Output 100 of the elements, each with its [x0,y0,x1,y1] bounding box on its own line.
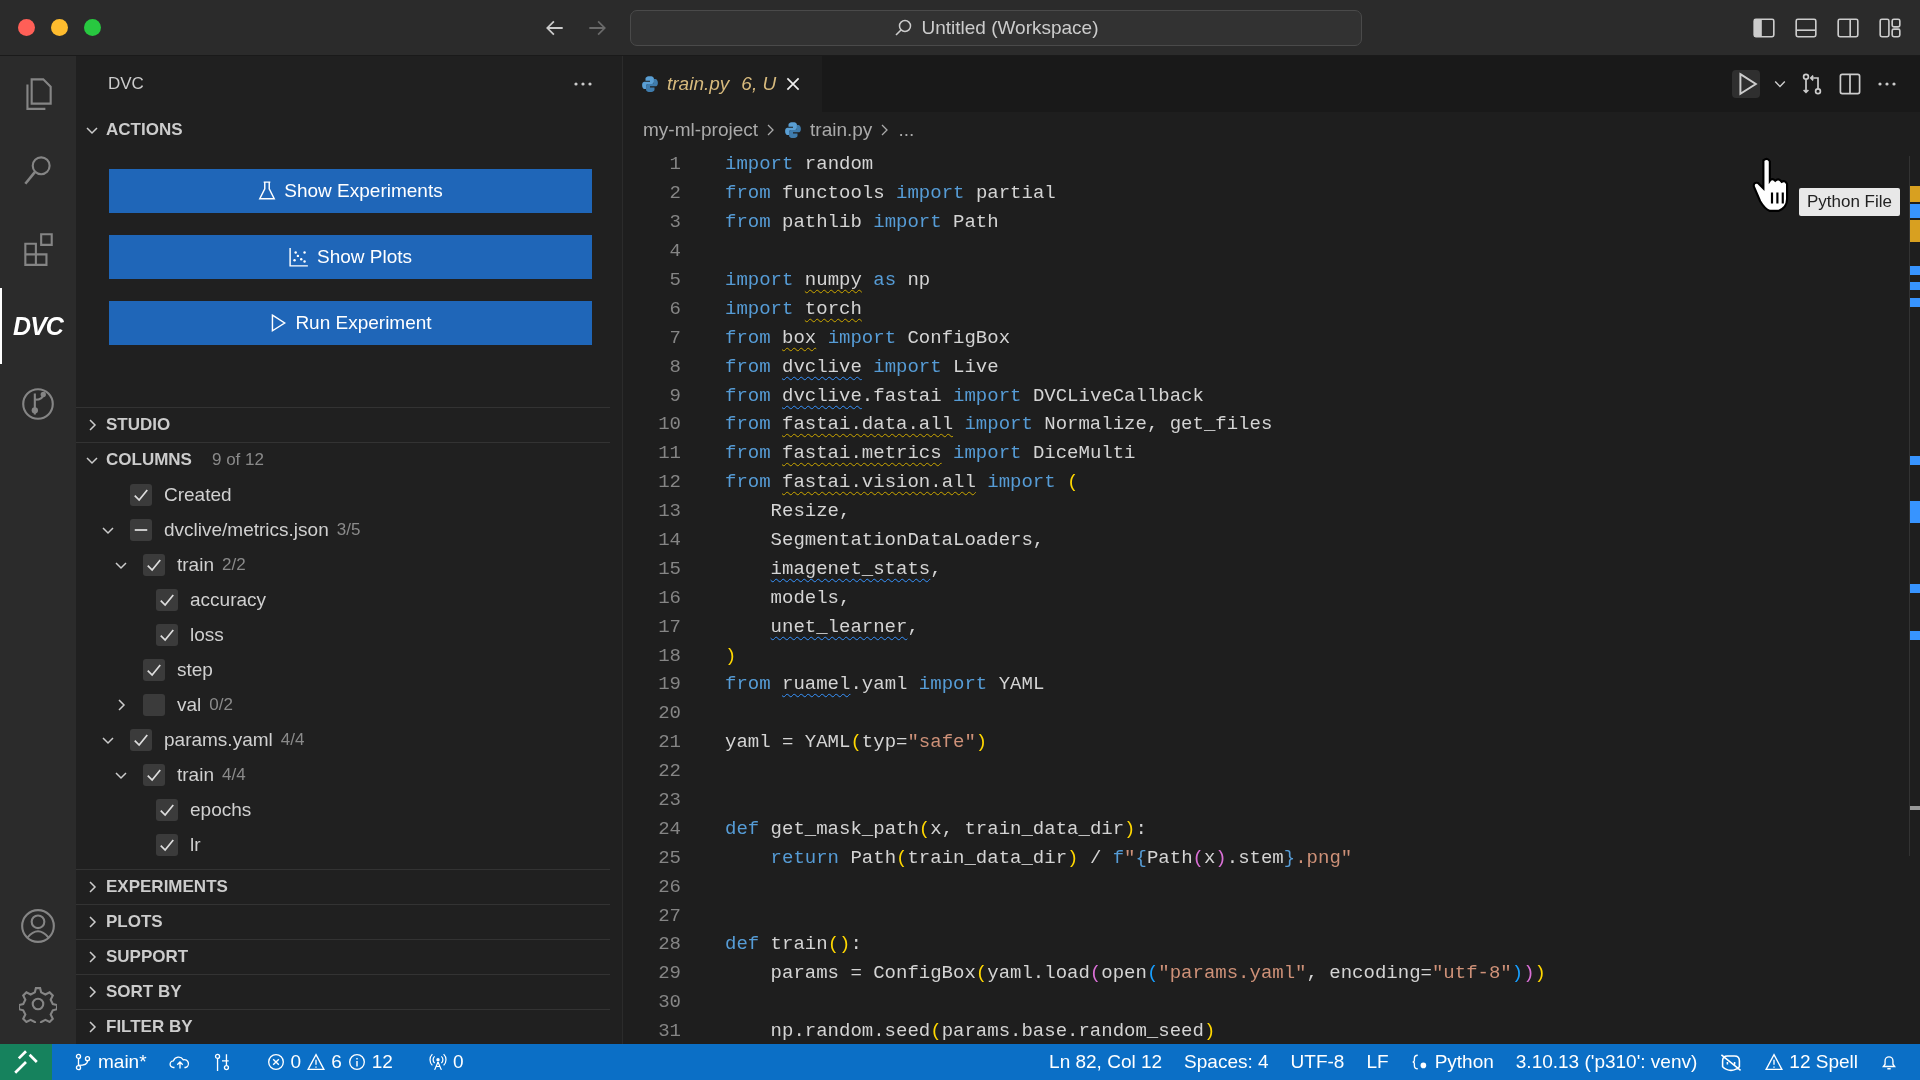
section-header[interactable]: SORT BY [76,974,610,1009]
tooltip: Python File [1798,188,1900,216]
line-number: 12 [657,471,681,494]
line-ending-status[interactable]: LF [1366,1051,1389,1073]
code-line: from pathlib import Path [725,211,999,234]
close-window-button[interactable] [18,19,35,36]
checkbox[interactable] [143,658,165,681]
line-number: 13 [657,500,681,523]
column-label[interactable]: Created [164,483,232,506]
column-label[interactable]: train [177,553,214,576]
line-number: 19 [657,673,681,696]
editor-tab[interactable]: train.py 6, U [623,56,823,112]
column-label[interactable]: train [177,763,214,786]
section-header[interactable]: SUPPORT [76,939,610,974]
line-number: 16 [657,586,681,609]
checkbox[interactable] [156,798,178,821]
line-number: 31 [657,1020,681,1043]
line-number: 9 [668,384,681,407]
run-icon[interactable] [1732,70,1760,98]
indentation-status[interactable]: Spaces: 4 [1184,1051,1269,1073]
sidebar-title: DVC [108,74,144,94]
warning-icon [1765,1053,1784,1071]
line-number: 17 [657,615,681,638]
braces-icon [1410,1053,1429,1071]
dvc-logo[interactable]: DVC [13,311,63,341]
column-count: 4/4 [280,729,305,750]
account-icon[interactable] [19,907,57,945]
section-header[interactable]: PLOTS [76,904,610,939]
column-label[interactable]: val [177,693,202,716]
spell-check-status[interactable]: 12 Spell [1765,1051,1858,1073]
section-header[interactable]: EXPERIMENTS [76,869,610,904]
section-header[interactable]: ACTIONS [76,112,610,147]
column-label[interactable]: params.yaml [164,728,273,751]
action-button[interactable]: Run Experiment [109,301,592,345]
file-status: 6, U [741,73,777,95]
checkbox[interactable] [130,728,152,751]
line-number: 20 [657,702,681,725]
python-interpreter[interactable]: 3.10.13 ('p310': venv) [1515,1051,1698,1073]
minimize-window-button[interactable] [51,19,68,36]
secondary-sidebar-toggle-icon[interactable] [1836,16,1860,39]
column-label[interactable]: accuracy [190,588,267,611]
cloud-upload-icon[interactable] [168,1053,191,1071]
command-center[interactable]: Untitled (Workspace) [630,9,1362,46]
maximize-window-button[interactable] [84,19,101,36]
git-compare-icon[interactable] [212,1052,231,1072]
checkbox[interactable] [156,623,178,646]
more-icon[interactable] [572,81,594,87]
notifications-icon[interactable] [1880,1053,1898,1071]
problems-status[interactable]: 0 6 12 [266,1051,393,1073]
column-label[interactable]: loss [190,623,224,646]
breadcrumb-item[interactable]: ... [898,119,915,141]
python-icon [784,121,803,139]
compare-changes-icon[interactable] [1800,72,1824,96]
split-editor-icon[interactable] [1838,72,1862,96]
code-line: from box import ConfigBox [725,326,1011,349]
line-number: 7 [668,326,681,349]
checkbox[interactable] [130,518,152,541]
primary-sidebar-toggle-icon[interactable] [1752,16,1776,39]
column-count: 2/2 [221,554,246,575]
layout-icon[interactable] [1878,16,1902,39]
branch-status[interactable]: main* [74,1051,147,1073]
dash-icon [134,528,148,531]
column-label[interactable]: lr [190,833,201,856]
section-header[interactable]: COLUMNS 9 of 12 [76,442,610,477]
code-line: ) [725,644,737,667]
cursor-position[interactable]: Ln 82, Col 12 [1049,1051,1163,1073]
code-line: def train(): [725,933,862,956]
remote-icon[interactable] [0,1044,52,1080]
line-number: 26 [657,875,681,898]
checkbox[interactable] [143,693,165,716]
action-button[interactable]: Show Experiments [109,169,592,213]
breadcrumb-item[interactable]: my-ml-project [643,119,759,141]
code-line: from ruamel.yaml import YAML [725,673,1045,696]
panel-toggle-icon[interactable] [1794,16,1818,39]
code-line: Resize, [769,500,851,523]
column-label[interactable]: epochs [190,798,252,821]
code-line: from fastai.data.all import Normalize, get_files [725,413,1273,436]
breadcrumb-item[interactable]: train.py [810,119,873,141]
line-number: 6 [668,297,681,320]
encoding-status[interactable]: UTF-8 [1290,1051,1345,1073]
section-header[interactable]: STUDIO [76,407,610,442]
column-label[interactable]: dvclive/metrics.json [164,518,329,541]
settings-icon[interactable] [19,985,57,1023]
checkbox[interactable] [156,588,178,611]
checkbox[interactable] [143,763,165,786]
copilot-icon[interactable] [1719,1052,1744,1072]
checkbox[interactable] [130,483,152,506]
line-number: 18 [657,644,681,667]
line-number: 2 [668,182,681,205]
checkbox[interactable] [156,833,178,856]
more-icon[interactable] [1876,81,1898,87]
git-graph-icon[interactable] [19,385,57,423]
code-line: import torch [725,297,862,320]
language-mode[interactable]: Python [1410,1051,1494,1073]
line-number: 22 [657,760,681,783]
ports-status[interactable]: 0 [428,1051,464,1073]
caret-icon[interactable] [1774,78,1786,90]
checkbox[interactable] [143,553,165,576]
column-label[interactable]: step [177,658,213,681]
action-button[interactable]: Show Plots [109,235,592,279]
